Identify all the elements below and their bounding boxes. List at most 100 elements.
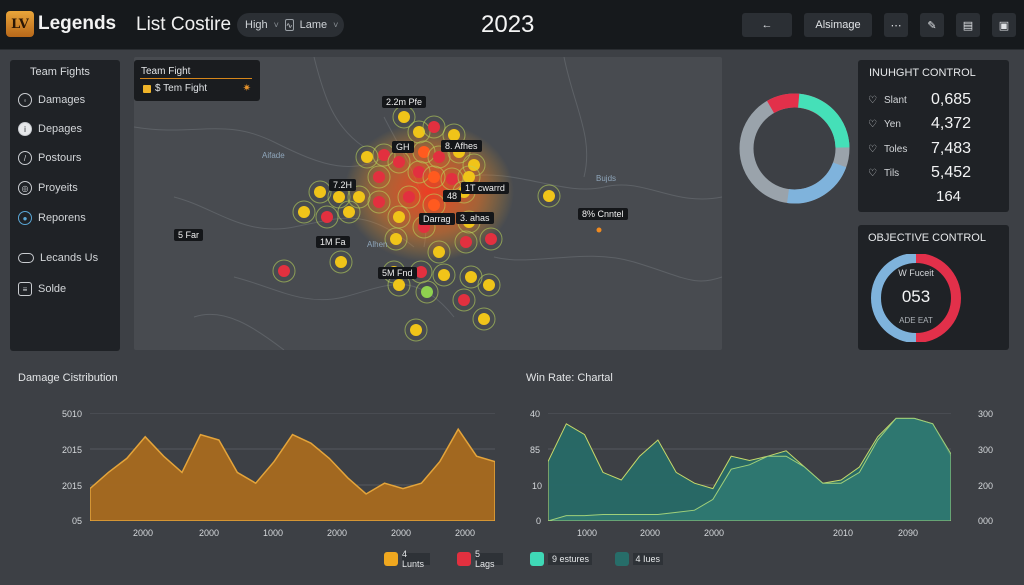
legend-swatch bbox=[615, 552, 629, 566]
legend-item[interactable]: 4 Iues bbox=[615, 552, 663, 566]
sidebar-item-lecands-us[interactable]: Lecands Us bbox=[18, 252, 98, 264]
app-logo[interactable]: LV Legends bbox=[6, 11, 116, 37]
fight-marker[interactable] bbox=[446, 173, 458, 185]
big-donut-chart bbox=[739, 93, 850, 204]
save-button[interactable]: ▣ bbox=[992, 13, 1016, 37]
fight-marker[interactable] bbox=[465, 271, 477, 283]
fight-marker[interactable] bbox=[410, 324, 422, 336]
fight-marker[interactable] bbox=[333, 191, 345, 203]
map-legend: Team Fight $ Tem Fight ✷ bbox=[134, 60, 260, 101]
objective-title: OBJECTIVE CONTROL bbox=[868, 232, 986, 244]
sidebar-item-solde[interactable]: ≡ Solde bbox=[18, 282, 66, 296]
map-tag: 5M Fnd bbox=[378, 267, 417, 279]
edit-button[interactable]: ✎ bbox=[920, 13, 944, 37]
fight-marker[interactable] bbox=[278, 265, 290, 277]
map-tag: 1M Fa bbox=[316, 236, 350, 248]
map-legend-title: Team Fight bbox=[141, 66, 191, 77]
fight-marker[interactable] bbox=[468, 159, 480, 171]
fight-marker[interactable] bbox=[343, 206, 355, 218]
filter-lame[interactable]: Lame bbox=[300, 19, 328, 31]
image-button[interactable]: Alsimage bbox=[804, 13, 872, 37]
x-tick: 1000 bbox=[577, 528, 598, 538]
legend-swatch bbox=[384, 552, 398, 566]
sidebar-item-label: Solde bbox=[38, 283, 67, 295]
sidebar-item-proyeits[interactable]: ◎ Proyeits bbox=[18, 181, 78, 195]
kpi-value: 164 bbox=[936, 188, 962, 205]
y-tick: 5010 bbox=[62, 409, 83, 419]
map-tag: 8% Cnntel bbox=[578, 208, 628, 220]
fight-marker[interactable] bbox=[398, 111, 410, 123]
map-legend-item[interactable]: $ Tem Fight bbox=[143, 83, 207, 94]
fight-marker[interactable] bbox=[478, 313, 490, 325]
map-tag: 2.2m Pfe bbox=[382, 96, 427, 108]
fight-marker[interactable] bbox=[483, 279, 495, 291]
fight-marker[interactable] bbox=[373, 196, 385, 208]
sidebar-item-label: Postours bbox=[38, 152, 82, 164]
fight-marker[interactable] bbox=[314, 186, 326, 198]
page-title: List Costire bbox=[136, 14, 232, 35]
legend-label: 5 Lags bbox=[475, 549, 503, 569]
map-place-label: Bujds bbox=[596, 174, 617, 183]
legend-swatch bbox=[530, 552, 544, 566]
x-tick: 2000 bbox=[640, 528, 661, 538]
fight-marker[interactable] bbox=[393, 211, 405, 223]
legend-item[interactable]: 4 Lunts bbox=[384, 549, 430, 569]
fight-marker[interactable] bbox=[361, 151, 373, 163]
x-tick: 2000 bbox=[199, 528, 220, 538]
back-button[interactable]: ← bbox=[742, 13, 792, 37]
fight-marker[interactable] bbox=[433, 246, 445, 258]
document-button[interactable]: ▤ bbox=[956, 13, 980, 37]
map-tag: 8. Afhes bbox=[441, 140, 482, 152]
fight-marker[interactable] bbox=[298, 206, 310, 218]
fight-marker[interactable] bbox=[353, 191, 365, 203]
fight-marker[interactable] bbox=[393, 279, 405, 291]
kpi-row: ♡ Slant 0,685 bbox=[868, 91, 1002, 109]
sidebar-item-label: Proyeits bbox=[38, 182, 78, 194]
fight-marker[interactable] bbox=[485, 233, 497, 245]
fight-marker[interactable] bbox=[460, 236, 472, 248]
kpi-row: ♡ Toles 7,483 bbox=[868, 140, 1002, 158]
donut-segment-blue bbox=[739, 93, 850, 204]
map-tag: 1T cwarrd bbox=[461, 182, 509, 194]
fight-marker[interactable] bbox=[390, 233, 402, 245]
fight-marker[interactable] bbox=[335, 256, 347, 268]
map-tag: 7.2H bbox=[329, 179, 357, 191]
kpi-row: ♡ Tils 5,452 bbox=[868, 164, 1002, 182]
fight-marker[interactable] bbox=[428, 171, 440, 183]
filter-high[interactable]: High bbox=[245, 19, 268, 31]
fight-marker[interactable] bbox=[428, 199, 440, 211]
sidebar-item-damages[interactable]: ◦ Damages bbox=[18, 93, 85, 107]
y-tick-left: 10 bbox=[532, 481, 543, 491]
sidebar-item-depages[interactable]: i Depages bbox=[18, 122, 82, 136]
top-bar: LV Legends List Costire High ˅ ∿ Lame ˅ … bbox=[0, 0, 1024, 50]
fight-marker[interactable] bbox=[458, 294, 470, 306]
document-icon: ▤ bbox=[962, 19, 974, 32]
fight-marker[interactable] bbox=[393, 156, 405, 168]
fight-marker[interactable] bbox=[543, 190, 555, 202]
wave-icon: ∿ bbox=[284, 19, 294, 31]
target-icon: ◎ bbox=[18, 181, 32, 195]
fight-marker[interactable] bbox=[438, 269, 450, 281]
fight-marker[interactable] bbox=[373, 171, 385, 183]
legend-label: 4 Lunts bbox=[402, 549, 430, 569]
legend-item[interactable]: 9 estures bbox=[530, 552, 592, 566]
shield-icon: ◦ bbox=[18, 93, 32, 107]
fight-marker[interactable] bbox=[433, 151, 445, 163]
fight-marker[interactable] bbox=[428, 121, 440, 133]
heart-icon: ♡ bbox=[868, 94, 877, 106]
filter-pill[interactable]: High ˅ ∿ Lame ˅ bbox=[237, 13, 344, 37]
fight-marker[interactable] bbox=[421, 286, 433, 298]
more-button[interactable]: ⋯ bbox=[884, 13, 908, 37]
kpi-label: Slant bbox=[884, 94, 907, 106]
fight-marker[interactable] bbox=[415, 266, 427, 278]
fight-marker[interactable] bbox=[596, 227, 602, 233]
sidebar-item-postours[interactable]: / Postours bbox=[18, 151, 81, 165]
year-title: 2023 bbox=[481, 11, 535, 38]
x-tick: 2090 bbox=[898, 528, 919, 538]
fight-marker[interactable] bbox=[321, 211, 333, 223]
fight-marker[interactable] bbox=[403, 191, 415, 203]
heart-icon: ♡ bbox=[868, 167, 877, 179]
y-tick: 2015 bbox=[62, 481, 83, 491]
legend-item[interactable]: 5 Lags bbox=[457, 549, 503, 569]
sidebar-item-reporens[interactable]: ● Reporens bbox=[18, 211, 86, 225]
